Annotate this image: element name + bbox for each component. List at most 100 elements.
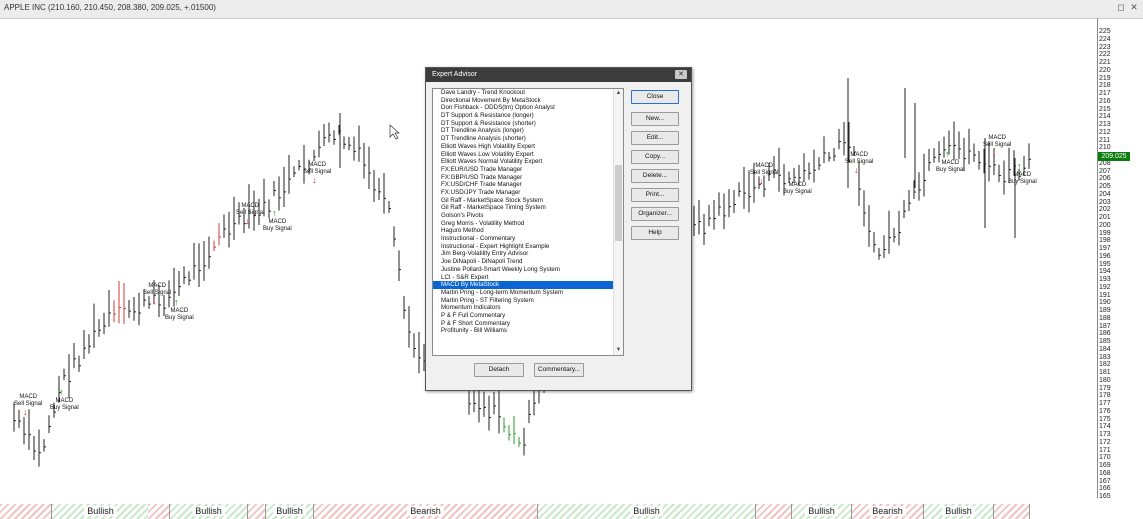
sentiment-label: Bearish: [407, 506, 444, 516]
price-tick-label: 168: [1099, 469, 1111, 477]
price-tick-label: 205: [1099, 183, 1111, 190]
price-tick-label: 198: [1099, 237, 1111, 245]
expert-list-item[interactable]: FX:USD/JPY Trade Manager: [441, 189, 623, 197]
chart-title: APPLE INC (210.160, 210.450, 208.380, 20…: [4, 3, 216, 12]
price-tick-label: 186: [1099, 330, 1111, 338]
expert-list-item[interactable]: Elliott Waves Normal Volatility Expert: [441, 158, 623, 166]
new-button[interactable]: New...: [631, 112, 679, 126]
expert-list-item[interactable]: Greg Morris - Volatility Method: [441, 220, 623, 228]
close-icon[interactable]: ✕: [1129, 2, 1139, 13]
expert-list-item[interactable]: FX:GBP/USD Trade Manager: [441, 174, 623, 182]
sentiment-segment: Bullish: [538, 504, 756, 519]
price-tick-label: 183: [1099, 353, 1111, 361]
sentiment-segment: Bullish: [924, 504, 994, 519]
expert-list-item[interactable]: Martin Pring - Long-term Momentum System: [441, 289, 623, 297]
sell-signal-label: MACD Sell Signal: [845, 152, 874, 165]
expert-list-item[interactable]: DT Support & Resistance (longer): [441, 112, 623, 120]
delete-button[interactable]: Delete...: [631, 169, 679, 183]
price-axis-line: [1097, 18, 1098, 498]
commentary-button[interactable]: Commentary...: [534, 363, 584, 377]
expert-list-item[interactable]: Instructional - Commentary: [441, 235, 623, 243]
sell-arrow-icon: ↓: [152, 296, 157, 306]
expert-list-item[interactable]: FX:USD/CHF Trade Manager: [441, 181, 623, 189]
buy-arrow-icon: ↑: [59, 387, 64, 397]
price-tick-label: 211: [1099, 136, 1111, 144]
price-tick-label: 210: [1099, 144, 1111, 152]
help-button[interactable]: Help: [631, 226, 679, 240]
price-tick-label: 216: [1099, 97, 1111, 105]
expert-list-item[interactable]: Golson's Pivots: [441, 212, 623, 220]
buy-signal-label: MACD Buy Signal: [50, 398, 79, 411]
expert-list-item[interactable]: Haguro Method: [441, 227, 623, 235]
price-tick-label: 175: [1099, 415, 1111, 423]
expert-list-item[interactable]: LCI - S&R Expert: [441, 274, 623, 282]
sentiment-segment: Bullish: [52, 504, 150, 519]
scroll-thumb[interactable]: [615, 165, 622, 241]
expert-list-item[interactable]: Martin Pring - ST Filtering System: [441, 297, 623, 305]
sentiment-label: Bullish: [630, 506, 663, 516]
restore-icon[interactable]: ◻: [1116, 2, 1126, 13]
print-button[interactable]: Print...: [631, 188, 679, 202]
sentiment-label: Bullish: [942, 506, 975, 516]
expert-list-item[interactable]: Elliott Waves Low Volatility Expert: [441, 151, 623, 159]
price-tick-label: 204: [1099, 190, 1111, 198]
expert-list-item[interactable]: MACD By MetaStock: [433, 281, 623, 289]
expert-list-item[interactable]: FX:EUR/USD Trade Manager: [441, 166, 623, 174]
copy-button[interactable]: Copy...: [631, 150, 679, 164]
expert-list-item[interactable]: Elliott Waves High Volatility Expert: [441, 143, 623, 151]
expert-list-item[interactable]: Don Fishback - ODDS(tm) Option Analyst: [441, 104, 623, 112]
price-axis: 225 224 223 222 221 220 219 218 217 216 215 214 213 2…: [1097, 18, 1143, 500]
expert-list-item[interactable]: P & F Short Commentary: [441, 320, 623, 328]
expert-list-item[interactable]: DT Support & Resistance (shorter): [441, 120, 623, 128]
expert-list-item[interactable]: Momentum Indicators: [441, 304, 623, 312]
expert-list-item[interactable]: Instructional - Expert Highlight Example: [441, 243, 623, 251]
buy-signal-label: MACD Buy Signal: [263, 219, 292, 232]
price-tick-label: 199: [1099, 229, 1111, 237]
price-tick-label: 220: [1099, 66, 1111, 74]
sell-arrow-icon: ↓: [23, 407, 28, 417]
dialog-titlebar[interactable]: Expert Advisor ✕: [426, 68, 691, 82]
price-tick-label: 201: [1099, 214, 1111, 221]
price-tick-label: 178: [1099, 392, 1111, 400]
price-tick-label: 190: [1099, 299, 1111, 307]
expert-list-item[interactable]: P & F Full Commentary: [441, 312, 623, 320]
scroll-up-icon[interactable]: ▲: [615, 90, 622, 97]
expert-list[interactable]: Dave Landry - Trend Knockout Directional …: [432, 88, 624, 356]
expert-list-item[interactable]: Jim Berg-Volatility Entry Advisor: [441, 250, 623, 258]
organizer-button[interactable]: Organizer...: [631, 207, 679, 221]
sell-arrow-icon: ↓: [992, 148, 997, 158]
expert-list-item[interactable]: Gil Raff - MarketSpace Stock System: [441, 197, 623, 205]
expert-list-item[interactable]: Profitunity - Bill Williams: [441, 327, 623, 335]
price-tick-label: 179: [1099, 384, 1111, 392]
scroll-down-icon[interactable]: ▼: [615, 347, 622, 354]
sentiment-segment: [248, 504, 266, 519]
dialog-close-icon[interactable]: ✕: [675, 70, 687, 79]
price-tick-label: 165: [1099, 493, 1111, 500]
expert-list-item[interactable]: Dave Landry - Trend Knockout: [441, 89, 623, 97]
expert-list-item[interactable]: Gil Raff - MarketSpace Timing System: [441, 204, 623, 212]
sentiment-label: Bullish: [84, 506, 117, 516]
price-tick-label: 203: [1099, 198, 1111, 206]
price-tick-label: 223: [1099, 43, 1111, 51]
close-button[interactable]: Close: [631, 90, 679, 104]
price-tick-label: 192: [1099, 283, 1111, 291]
expert-list-item[interactable]: Directional Movement By MetaStock: [441, 97, 623, 105]
price-tick-label: 222: [1099, 51, 1111, 59]
price-tick-label: 189: [1099, 307, 1111, 314]
list-scrollbar[interactable]: ▲ ▼: [613, 89, 623, 355]
buy-arrow-icon: ↑: [945, 149, 950, 159]
expert-advisor-dialog: Expert Advisor ✕ Dave Landry - Trend Kno…: [425, 67, 692, 391]
detach-button[interactable]: Detach: [474, 363, 524, 377]
expert-list-item[interactable]: DT Trendline Analysis (longer): [441, 127, 623, 135]
expert-list-item[interactable]: Joe DiNapoli - DiNapoli Trend: [441, 258, 623, 266]
edit-button[interactable]: Edit...: [631, 131, 679, 145]
price-tick-label: 202: [1099, 206, 1111, 214]
price-tick-label: 169: [1099, 462, 1111, 469]
expert-list-item[interactable]: Justine Pollard-Smart Weekly Long System: [441, 266, 623, 274]
expert-list-item[interactable]: DT Trendline Analysis (shorter): [441, 135, 623, 143]
sell-signal-label: MACD Sell Signal: [14, 394, 43, 407]
sentiment-segment: [994, 504, 1030, 519]
price-tick-label: 193: [1099, 276, 1111, 283]
price-tick-label: 177: [1099, 400, 1111, 407]
price-tick-label: 170: [1099, 454, 1111, 462]
